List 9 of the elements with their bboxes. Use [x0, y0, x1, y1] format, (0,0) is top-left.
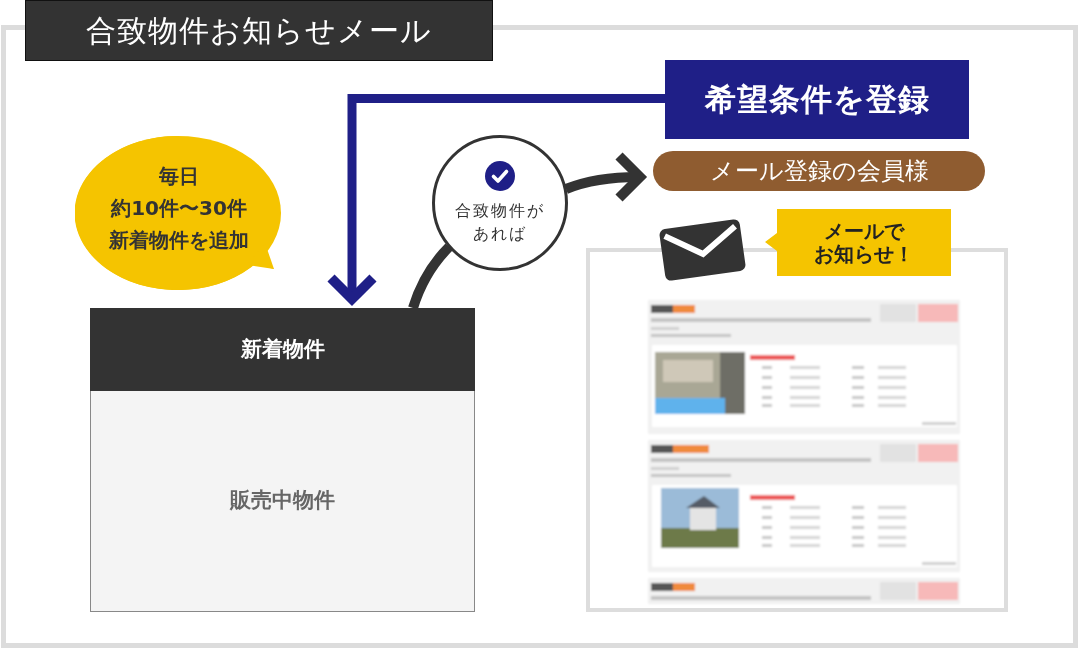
header-title: 新着物件: [240, 336, 325, 363]
bubble-text: 毎日 約10件〜30件 新着物件を追加: [109, 163, 249, 254]
callout-text: メールで お知らせ！: [814, 219, 914, 266]
registration-text: 希望条件を登録: [704, 80, 930, 119]
condition-text: 合致物件が あれば: [455, 200, 545, 245]
body-text: 販売中物件: [230, 488, 335, 514]
diagram-title: 合致物件お知らせメール: [86, 12, 432, 49]
recipient-text: メール登録の会員様: [709, 156, 929, 186]
check-icon: [485, 161, 515, 191]
